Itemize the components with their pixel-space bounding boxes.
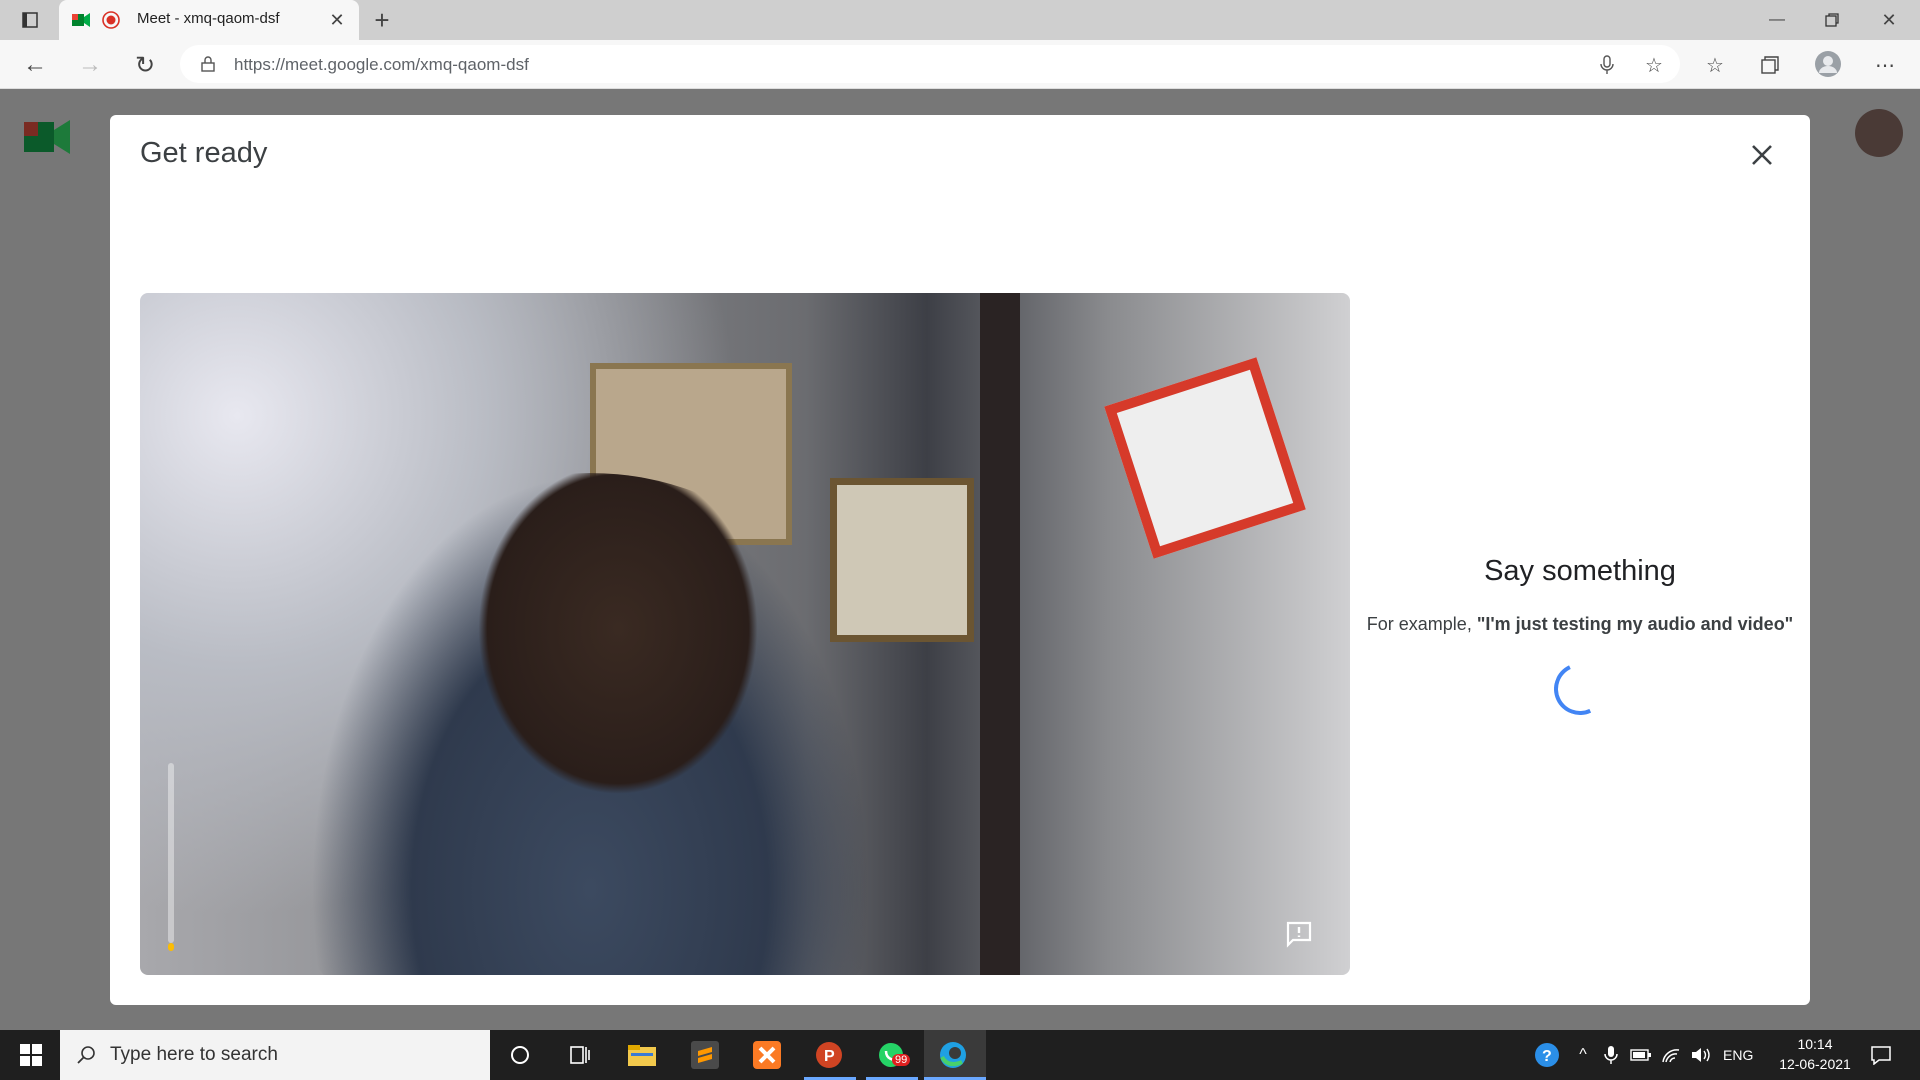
example-prefix: For example, (1366, 614, 1477, 634)
notifications-icon[interactable] (1864, 1038, 1898, 1072)
address-bar-row: ← → ↻ https://meet.google.com/xmq-qaom-d… (0, 40, 1920, 89)
say-something-heading: Say something (1484, 555, 1676, 587)
minimize-icon[interactable]: — (1760, 6, 1794, 34)
dialog-title: Get ready (140, 137, 268, 169)
taskbar-date: 12-06-2021 (1779, 1056, 1851, 1072)
meet-favicon-icon (71, 10, 91, 30)
svg-text:P: P (824, 1048, 835, 1065)
collections-icon[interactable] (1755, 50, 1785, 80)
restore-icon[interactable] (1815, 6, 1849, 34)
meet-logo-icon (22, 115, 72, 159)
recording-icon (101, 10, 121, 30)
taskbar: Type here to search P 99 ? ^ ENG 10:14 1… (0, 1030, 1920, 1080)
example-quote: "I'm just testing my audio and video" (1476, 614, 1794, 634)
taskbar-time: 10:14 (1797, 1036, 1833, 1052)
volume-icon[interactable] (1684, 1038, 1718, 1072)
favorites-icon[interactable]: ☆ (1700, 50, 1730, 80)
url-text[interactable]: https://meet.google.com/xmq-qaom-dsf (234, 55, 529, 75)
wifi-icon[interactable] (1654, 1038, 1688, 1072)
powerpoint-icon[interactable]: P (812, 1038, 846, 1072)
help-icon[interactable]: ? (1530, 1038, 1564, 1072)
taskbar-search[interactable]: Type here to search (60, 1030, 490, 1080)
sublime-text-icon[interactable] (688, 1038, 722, 1072)
taskbar-clock[interactable]: 10:14 12-06-2021 (1760, 1034, 1870, 1074)
video-wall-beam (980, 293, 1020, 975)
audio-check-panel: Say something For example, "I'm just tes… (1350, 555, 1810, 723)
search-placeholder: Type here to search (110, 1044, 278, 1065)
battery-icon[interactable] (1624, 1038, 1658, 1072)
close-tab-icon[interactable]: ✕ (327, 10, 347, 30)
whatsapp-badge: 99 (892, 1054, 911, 1066)
language-indicator[interactable]: ENG (1723, 1030, 1753, 1080)
refresh-icon[interactable]: ↻ (130, 50, 160, 80)
add-favorite-icon[interactable]: ☆ (1642, 53, 1666, 77)
forward-icon[interactable]: → (75, 50, 105, 80)
whatsapp-icon[interactable]: 99 (874, 1038, 911, 1072)
camera-preview (140, 293, 1350, 975)
svg-text:?: ? (1542, 1048, 1552, 1065)
video-person (310, 473, 870, 975)
mic-tray-icon[interactable] (1594, 1038, 1628, 1072)
tab-bar: Meet - xmq-qaom-dsf ✕ + — ✕ (0, 0, 1920, 40)
cortana-icon[interactable] (503, 1038, 537, 1072)
lock-icon[interactable] (198, 54, 218, 74)
video-picture-frame-small (830, 478, 974, 642)
close-icon[interactable] (1744, 137, 1780, 173)
microphone-icon[interactable] (1595, 53, 1619, 77)
tab-title: Meet - xmq-qaom-dsf (137, 10, 280, 27)
search-icon (74, 1043, 98, 1067)
report-feedback-icon[interactable] (1284, 919, 1314, 949)
close-window-icon[interactable]: ✕ (1872, 6, 1906, 34)
windows-start-icon[interactable] (14, 1038, 48, 1072)
xampp-icon[interactable] (750, 1038, 784, 1072)
loading-spinner (1546, 655, 1614, 723)
audio-level-meter (168, 763, 174, 943)
account-avatar[interactable] (1855, 109, 1903, 157)
file-explorer-icon[interactable] (625, 1038, 659, 1072)
tab-actions-icon[interactable] (18, 8, 42, 32)
audio-level-indicator (168, 943, 174, 951)
profile-icon[interactable] (1812, 48, 1844, 80)
back-icon[interactable]: ← (20, 50, 50, 80)
video-wall-clock (1104, 357, 1306, 559)
get-ready-dialog: Get ready Say something For example, "I'… (110, 115, 1810, 1005)
url-field[interactable]: https://meet.google.com/xmq-qaom-dsf ☆ (180, 45, 1680, 83)
new-tab-icon[interactable]: + (368, 5, 396, 35)
task-view-icon[interactable] (563, 1038, 597, 1072)
more-icon[interactable]: ⋯ (1870, 50, 1900, 80)
edge-icon[interactable] (936, 1038, 970, 1072)
example-text: For example, "I'm just testing my audio … (1350, 614, 1810, 635)
browser-tab[interactable]: Meet - xmq-qaom-dsf ✕ (59, 0, 359, 40)
